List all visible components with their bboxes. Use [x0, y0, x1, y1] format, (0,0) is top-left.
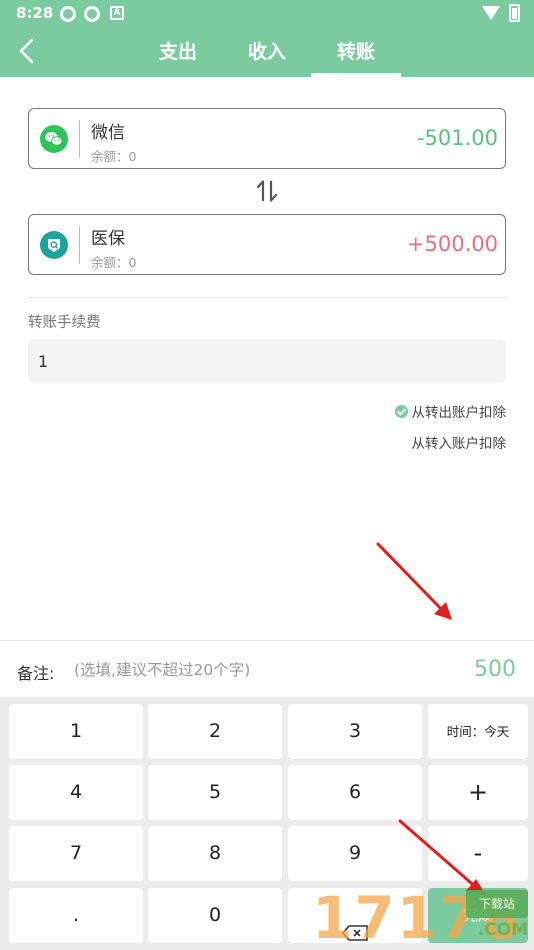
- notification-icon: [60, 6, 76, 22]
- note-label: 备注:: [17, 664, 55, 683]
- key-9[interactable]: 9: [288, 826, 422, 881]
- from-account-name: 微信: [91, 123, 125, 143]
- status-time: 8:28: [16, 4, 54, 22]
- deduct-from-source-option[interactable]: 从转出账户扣除: [394, 401, 507, 421]
- section-divider: [28, 297, 506, 298]
- key-8[interactable]: 8: [148, 826, 282, 881]
- fee-label: 转账手续费: [28, 315, 101, 331]
- wifi-icon: [482, 6, 500, 20]
- card-divider: [79, 226, 80, 264]
- tab-expense[interactable]: 支出: [133, 38, 223, 76]
- backspace-icon: [341, 908, 368, 941]
- backspace-key[interactable]: [288, 888, 422, 943]
- chevron-left-icon: [19, 38, 34, 64]
- tab-transfer[interactable]: 转账: [311, 38, 401, 76]
- key-decimal[interactable]: .: [9, 888, 143, 943]
- battery-icon: [509, 4, 520, 22]
- check-circle-icon: [394, 404, 408, 418]
- status-bar: 8:28 A: [0, 0, 534, 28]
- plus-key[interactable]: +: [428, 765, 528, 820]
- note-bar: 备注: 500: [0, 640, 534, 697]
- from-account-card[interactable]: 微信 余额：0 -501.00: [28, 108, 506, 169]
- fee-input[interactable]: [28, 339, 506, 383]
- total-amount: 500: [474, 657, 516, 682]
- deduct-from-target-option[interactable]: 从转入账户扣除: [412, 432, 507, 452]
- key-1[interactable]: 1: [9, 704, 143, 759]
- deduct-from-target-label: 从转入账户扣除: [411, 436, 507, 452]
- annotation-arrow-icon: [376, 542, 452, 620]
- key-3[interactable]: 3: [288, 704, 422, 759]
- to-account-name: 医保: [91, 229, 125, 249]
- back-button[interactable]: [14, 36, 42, 66]
- key-0[interactable]: 0: [148, 888, 282, 943]
- key-7[interactable]: 7: [9, 826, 143, 881]
- active-tab-indicator: [311, 73, 401, 77]
- key-4[interactable]: 4: [9, 765, 143, 820]
- deduct-from-source-label: 从转出账户扣除: [411, 405, 507, 421]
- key-2[interactable]: 2: [148, 704, 282, 759]
- key-6[interactable]: 6: [288, 765, 422, 820]
- card-divider: [79, 120, 80, 158]
- done-button[interactable]: 完成: [428, 888, 528, 943]
- to-account-card[interactable]: 医保 余额：0 +500.00: [28, 214, 506, 275]
- to-account-balance: 余额：0: [91, 255, 137, 270]
- key-5[interactable]: 5: [148, 765, 282, 820]
- time-select-button[interactable]: 时间：今天: [428, 704, 528, 759]
- medical-insurance-icon: [40, 231, 68, 259]
- from-account-balance: 余额：0: [91, 149, 137, 164]
- from-account-amount: -501.00: [416, 126, 498, 150]
- tab-income[interactable]: 收入: [222, 38, 312, 76]
- notification-icon: [84, 6, 100, 22]
- swap-accounts-icon[interactable]: [255, 178, 279, 204]
- numeric-keypad: 1 2 3 时间：今天 4 5 6 + 7 8 9 - . 0 完成: [0, 697, 534, 950]
- app-header: 8:28 A 支出 收入 转账: [0, 0, 534, 77]
- minus-key[interactable]: -: [428, 826, 528, 881]
- wechat-icon: [40, 125, 68, 153]
- to-account-amount: +500.00: [406, 232, 498, 256]
- note-input[interactable]: [74, 655, 394, 685]
- a-badge-icon: A: [110, 6, 124, 20]
